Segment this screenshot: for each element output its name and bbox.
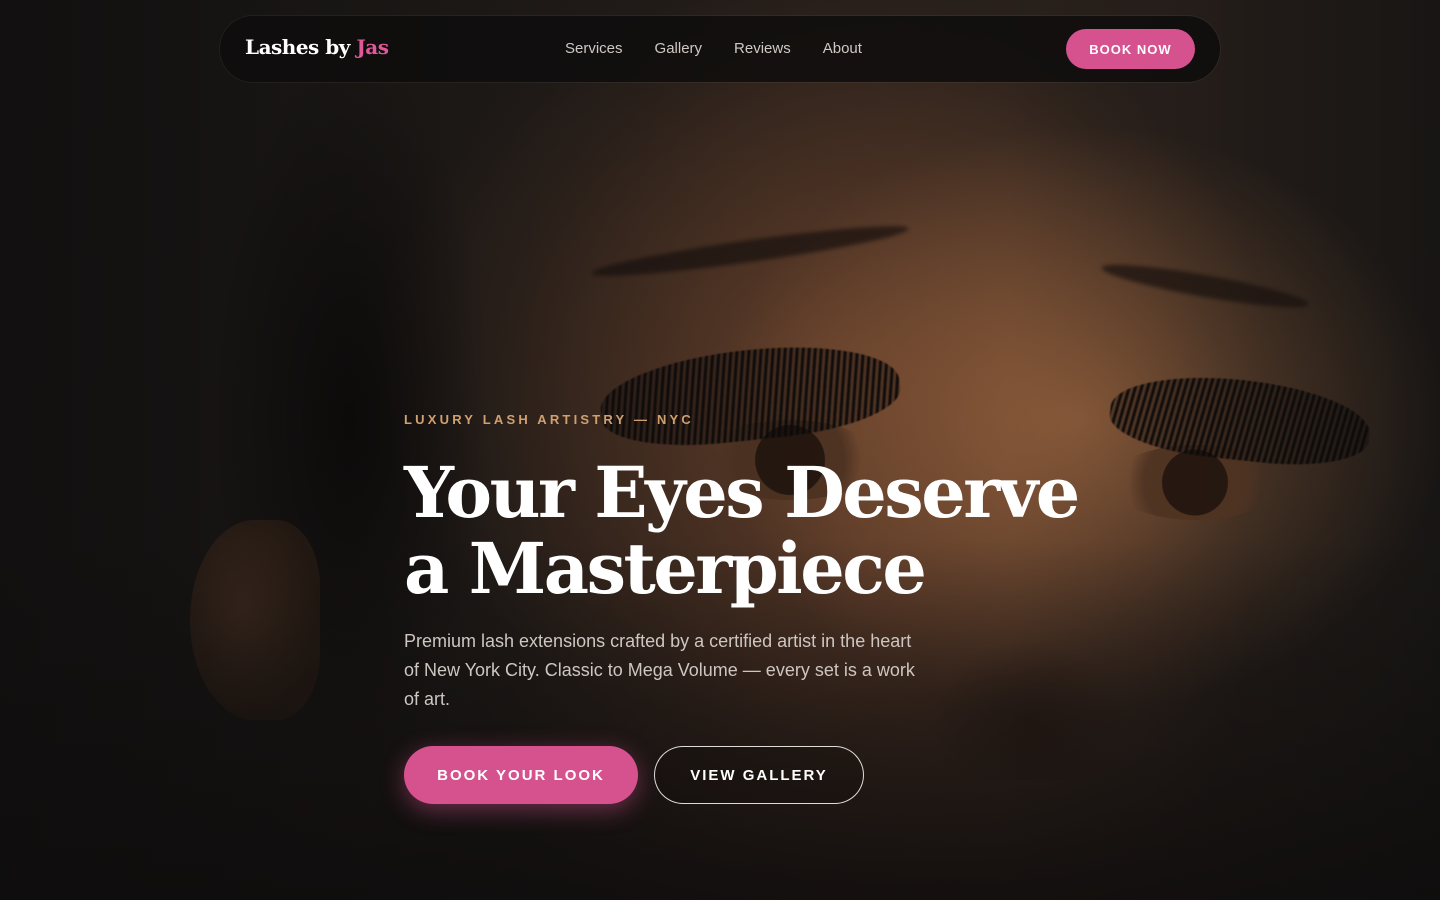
- hero-headline-line-1: Your Eyes Deserve: [404, 451, 1080, 534]
- brand-logo[interactable]: Lashes by Jas: [245, 35, 389, 59]
- nav-links: Services Gallery Reviews About: [565, 40, 894, 57]
- hero-buttons: BOOK YOUR LOOK VIEW GALLERY: [404, 746, 864, 804]
- hero-eyebrow: LUXURY LASH ARTISTRY — NYC: [404, 412, 695, 427]
- hero-headline: Your Eyes Deserve a Masterpiece: [404, 455, 1124, 607]
- nav-link-services[interactable]: Services: [565, 40, 623, 57]
- book-your-look-button[interactable]: BOOK YOUR LOOK: [404, 746, 638, 804]
- logo-text: Lashes by: [245, 35, 350, 59]
- view-gallery-button[interactable]: VIEW GALLERY: [654, 746, 864, 804]
- nav-link-gallery[interactable]: Gallery: [655, 40, 703, 57]
- logo-accent-text: Jas: [356, 35, 389, 59]
- hero-content: LUXURY LASH ARTISTRY — NYC Your Eyes Des…: [404, 412, 1124, 732]
- nav-link-about[interactable]: About: [823, 40, 862, 57]
- hero-subcopy: Premium lash extensions crafted by a cer…: [404, 631, 915, 709]
- book-now-button[interactable]: BOOK NOW: [1066, 29, 1195, 69]
- nav-link-reviews[interactable]: Reviews: [734, 40, 791, 57]
- top-navbar: Lashes by Jas Services Gallery Reviews A…: [220, 16, 1220, 82]
- hero-section: Lashes by Jas Services Gallery Reviews A…: [0, 0, 1440, 900]
- hero-headline-line-2: a Masterpiece: [404, 527, 927, 610]
